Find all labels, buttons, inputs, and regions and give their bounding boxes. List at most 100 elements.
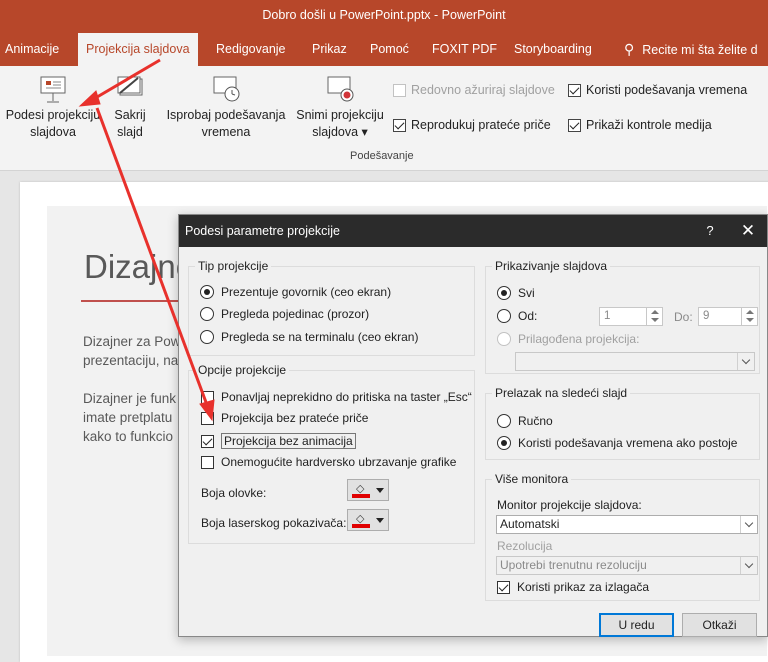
multiple-monitors-group: Više monitora Monitor projekcije slajdov… — [485, 472, 760, 601]
use-timings-radio[interactable]: Koristi podešavanja vremena ako postoje — [497, 436, 737, 450]
spinner-arrows-icon[interactable] — [741, 308, 757, 325]
checkbox-indicator — [201, 390, 214, 404]
setup-slide-show-button[interactable]: Podesi projekciju slajdova — [3, 74, 103, 141]
manual-advance-label: Ručno — [518, 414, 553, 428]
ribbon: Podesi projekciju slajdova Sakrij slajd … — [0, 66, 768, 171]
show-media-controls-label: Prikaži kontrole medija — [586, 118, 712, 132]
pen-color-label: Boja olovke: — [201, 486, 267, 500]
no-narration-label: Projekcija bez prateće priče — [221, 411, 369, 425]
pen-color-picker[interactable]: ◇ — [347, 479, 389, 501]
use-timings-checkbox[interactable]: Koristi podešavanja vremena — [568, 83, 747, 97]
radio-indicator — [200, 330, 214, 344]
rehearse-timings-label-2: vremena — [201, 125, 251, 139]
laser-color-label: Boja laserskog pokazivača: — [201, 516, 347, 530]
show-slides-group: Prikazivanje slajdova Svi Od: 1 Do: 9 Pr… — [485, 259, 760, 374]
ok-button[interactable]: U redu — [599, 613, 674, 637]
from-slide-spinner[interactable]: 1 — [599, 307, 663, 326]
slide-text-line: prezentaciju, na — [83, 353, 179, 368]
show-options-legend: Opcije projekcije — [195, 363, 290, 378]
hide-slide-button[interactable]: Sakrij slajd — [110, 74, 150, 141]
checkbox-indicator — [201, 434, 214, 448]
close-icon[interactable]: ✕ — [733, 215, 763, 247]
set-up-show-dialog: Podesi parametre projekcije ? ✕ Tip proj… — [178, 214, 768, 637]
disable-hw-accel-checkbox[interactable]: Onemogućite hardversko ubrzavanje grafik… — [201, 455, 456, 469]
all-slides-label: Svi — [518, 286, 535, 300]
from-slide-value: 1 — [604, 310, 611, 322]
use-timings-box — [568, 83, 581, 97]
to-slide-value: 9 — [703, 310, 710, 322]
rehearse-timings-button[interactable]: Isprobaj podešavanja vremena — [162, 74, 290, 141]
tell-me-search[interactable]: ⚲ Recite mi šta želite d — [624, 33, 758, 66]
resolution-dropdown[interactable]: Upotrebi trenutnu rezoluciju — [496, 556, 758, 575]
lightbulb-icon: ⚲ — [624, 41, 635, 57]
dialog-title: Podesi parametre projekcije — [185, 224, 340, 238]
no-animation-label: Projekcija bez animacija — [221, 433, 356, 449]
pen-color-swatch — [352, 494, 370, 498]
custom-show-dropdown[interactable] — [515, 352, 755, 371]
play-narrations-box — [393, 118, 406, 132]
show-type-legend: Tip projekcije — [195, 259, 272, 274]
use-timings-label: Koristi podešavanja vremena — [586, 83, 748, 97]
all-slides-radio[interactable]: Svi — [497, 286, 535, 300]
dialog-title-bar: Podesi parametre projekcije ? ✕ — [179, 215, 767, 247]
advance-slides-group: Prelazak na sledeći slajd Ručno Koristi … — [485, 386, 760, 460]
record-slide-show-button[interactable]: Snimi projekciju slajdova ▾ — [290, 74, 390, 141]
tab-slide-show[interactable]: Projekcija slajdova — [78, 33, 198, 66]
presenter-radio[interactable]: Prezentuje govornik (ceo ekran) — [200, 285, 391, 299]
chevron-down-icon — [740, 516, 757, 533]
rehearse-timings-label-1: Isprobaj podešavanja — [166, 108, 286, 122]
window-title: Dobro došli u PowerPoint.pptx - PowerPoi… — [0, 0, 768, 33]
manual-advance-radio[interactable]: Ručno — [497, 414, 553, 428]
tab-animations[interactable]: Animacije — [5, 33, 59, 66]
loop-label: Ponavljaj neprekidno do pritiska na tast… — [221, 390, 472, 404]
tab-review[interactable]: Redigovanje — [216, 33, 286, 66]
custom-show-radio[interactable]: Prilagođena projekcija: — [497, 332, 639, 346]
disable-hw-accel-label: Onemogućite hardversko ubrzavanje grafik… — [221, 455, 457, 469]
play-narrations-checkbox[interactable]: Reprodukuj prateće priče — [393, 118, 551, 132]
from-label: Od: — [518, 309, 538, 323]
show-media-controls-checkbox[interactable]: Prikaži kontrole medija — [568, 118, 712, 132]
checkbox-indicator — [201, 411, 214, 425]
radio-indicator — [497, 414, 511, 428]
monitor-label: Monitor projekcije slajdova: — [497, 498, 642, 512]
cancel-button[interactable]: Otkaži — [682, 613, 757, 637]
spinner-arrows-icon[interactable] — [646, 308, 662, 325]
use-timings-radio-label: Koristi podešavanja vremena ako postoje — [518, 436, 738, 450]
radio-indicator — [497, 332, 511, 346]
to-label: Do: — [674, 310, 693, 324]
individual-radio[interactable]: Pregleda pojedinac (prozor) — [200, 307, 369, 321]
individual-label: Pregleda pojedinac (prozor) — [221, 307, 370, 321]
custom-show-label: Prilagođena projekcija: — [518, 332, 640, 346]
laser-color-picker[interactable]: ◇ — [347, 509, 389, 531]
play-narrations-label: Reprodukuj prateće priče — [411, 118, 551, 132]
advance-slides-legend: Prelazak na sledeći slajd — [492, 386, 631, 401]
tab-foxit-pdf[interactable]: FOXIT PDF — [432, 33, 497, 66]
kiosk-radio[interactable]: Pregleda se na terminalu (ceo ekran) — [200, 330, 418, 344]
setup-slide-show-label-1: Podesi projekciju — [5, 108, 101, 122]
loop-checkbox[interactable]: Ponavljaj neprekidno do pritiska na tast… — [201, 390, 472, 404]
paint-bucket-icon: ◇ — [352, 482, 370, 498]
keep-slides-updated-checkbox[interactable]: Redovno ažuriraj slajdove — [393, 83, 555, 97]
tab-view[interactable]: Prikaz — [312, 33, 347, 66]
monitor-dropdown[interactable]: Automatski — [496, 515, 758, 534]
hide-slide-icon — [117, 76, 143, 96]
no-animation-checkbox[interactable]: Projekcija bez animacija — [201, 433, 356, 449]
tab-storyboarding[interactable]: Storyboarding — [514, 33, 592, 66]
presenter-view-checkbox[interactable]: Koristi prikaz za izlagača — [497, 580, 649, 594]
checkbox-indicator — [201, 455, 214, 469]
record-slide-show-label-1: Snimi projekciju — [296, 108, 384, 122]
slide-text-line: imate pretplatu — [83, 410, 173, 425]
help-button[interactable]: ? — [700, 215, 720, 247]
multiple-monitors-legend: Više monitora — [492, 472, 572, 487]
chevron-down-icon — [740, 557, 757, 574]
presenter-label: Prezentuje govornik (ceo ekran) — [221, 285, 392, 299]
show-slides-legend: Prikazivanje slajdova — [492, 259, 611, 274]
tab-help[interactable]: Pomoć — [370, 33, 409, 66]
to-slide-spinner[interactable]: 9 — [698, 307, 758, 326]
keep-slides-updated-box — [393, 83, 406, 97]
paint-bucket-icon: ◇ — [352, 512, 370, 528]
radio-indicator — [497, 309, 511, 323]
from-slides-radio[interactable]: Od: — [497, 309, 537, 323]
setup-slide-show-icon — [40, 76, 66, 103]
no-narration-checkbox[interactable]: Projekcija bez prateće priče — [201, 411, 368, 425]
